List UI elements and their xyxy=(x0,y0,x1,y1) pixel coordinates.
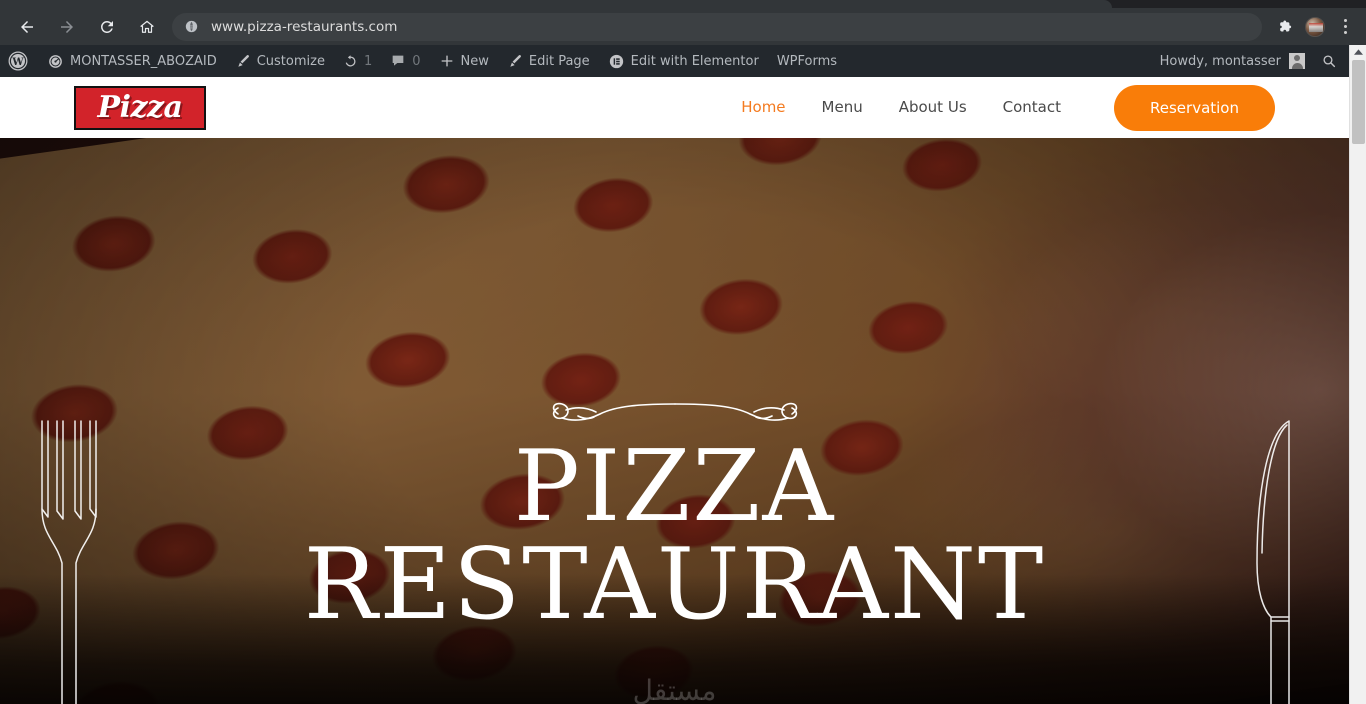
svg-text:W: W xyxy=(11,57,24,68)
adminbar-wp-logo[interactable]: W xyxy=(0,45,38,77)
plus-icon xyxy=(441,55,452,67)
adminbar-howdy-label: Howdy, montasser xyxy=(1159,53,1281,69)
adminbar-elementor-label: Edit with Elementor xyxy=(630,53,759,69)
adminbar-wpforms[interactable]: WPForms xyxy=(768,45,846,77)
decorative-flourish-icon xyxy=(552,402,797,421)
adminbar-howdy[interactable]: Howdy, montasser xyxy=(1150,45,1315,77)
scroll-up-button[interactable] xyxy=(1350,45,1366,60)
adminbar-site-name[interactable]: MONTASSER_ABOZAID xyxy=(38,45,226,77)
website-viewport: Pizza Home Menu About Us Contact Reserva… xyxy=(0,77,1349,704)
hero-content: PIZZA RESTAURANT xyxy=(0,138,1349,704)
adminbar-comments[interactable]: 0 xyxy=(381,45,429,77)
globe-icon xyxy=(184,19,199,34)
browser-toolbar: www.pizza-restaurants.com xyxy=(0,8,1366,45)
adminbar-edit-with-elementor[interactable]: Edit with Elementor xyxy=(599,45,768,77)
nav-item-about-us[interactable]: About Us xyxy=(881,77,985,138)
site-logo-text: Pizza xyxy=(97,90,183,125)
profile-avatar-icon xyxy=(1305,16,1325,37)
dashboard-icon xyxy=(49,54,62,68)
chrome-menu-button[interactable] xyxy=(1330,12,1360,42)
forward-arrow-icon xyxy=(61,20,73,33)
hero-section: PIZZA RESTAURANT مستقل mostaql.com xyxy=(0,138,1349,704)
adminbar-customize-label: Customize xyxy=(256,53,325,69)
hero-title-line-1: PIZZA xyxy=(513,430,836,544)
nav-item-menu[interactable]: Menu xyxy=(804,77,881,138)
nav-item-contact[interactable]: Contact xyxy=(985,77,1079,138)
search-icon xyxy=(1323,55,1336,68)
paintbrush-icon xyxy=(238,55,249,67)
adminbar-edit-page-label: Edit Page xyxy=(528,53,590,69)
reload-icon xyxy=(100,20,113,33)
address-bar[interactable]: www.pizza-restaurants.com xyxy=(172,12,1262,41)
adminbar-site-name-label: MONTASSER_ABOZAID xyxy=(70,53,217,69)
browser-profile-button[interactable] xyxy=(1300,12,1330,42)
adminbar-edit-page[interactable]: Edit Page xyxy=(498,45,599,77)
home-icon xyxy=(140,20,154,33)
wordpress-admin-bar: W MONTASSER_ABOZAID Customize 1 0 New Ed… xyxy=(0,45,1349,77)
elementor-icon xyxy=(609,54,623,68)
wordpress-logo-icon: W xyxy=(8,51,28,71)
browser-chrome: www.pizza-restaurants.com xyxy=(0,0,1366,45)
site-navigation: Home Menu About Us Contact Reservation xyxy=(723,77,1275,138)
adminbar-search-button[interactable] xyxy=(1315,45,1349,77)
updates-icon xyxy=(345,54,356,66)
home-button[interactable] xyxy=(130,10,164,44)
toolbar-right-actions xyxy=(1270,12,1366,42)
comment-bubble-icon xyxy=(392,55,404,66)
adminbar-updates[interactable]: 1 xyxy=(334,45,381,77)
scroll-up-arrow-icon xyxy=(1353,49,1363,55)
site-logo[interactable]: Pizza xyxy=(74,85,206,130)
page-scrollbar[interactable] xyxy=(1349,45,1366,704)
back-arrow-icon xyxy=(21,20,33,33)
puzzle-icon xyxy=(1279,20,1291,32)
hero-title-line-2: RESTAURANT xyxy=(303,528,1046,643)
scrollbar-thumb[interactable] xyxy=(1352,60,1365,144)
back-button[interactable] xyxy=(10,10,44,44)
adminbar-comments-count: 0 xyxy=(412,53,421,69)
adminbar-updates-count: 1 xyxy=(363,53,373,69)
tab-strip xyxy=(0,0,1366,8)
forward-button[interactable] xyxy=(50,10,84,44)
adminbar-right-group: Howdy, montasser xyxy=(1150,45,1349,77)
pencil-icon xyxy=(510,55,521,67)
extensions-button[interactable] xyxy=(1270,12,1300,42)
user-avatar-icon xyxy=(1289,53,1305,69)
site-header: Pizza Home Menu About Us Contact Reserva… xyxy=(0,77,1349,138)
adminbar-new-label: New xyxy=(460,53,489,69)
reload-button[interactable] xyxy=(90,10,124,44)
three-dot-menu-icon xyxy=(1343,19,1347,34)
adminbar-wpforms-label: WPForms xyxy=(776,53,838,69)
nav-item-home[interactable]: Home xyxy=(723,77,803,138)
adminbar-customize[interactable]: Customize xyxy=(226,45,334,77)
url-text: www.pizza-restaurants.com xyxy=(211,18,398,35)
adminbar-new[interactable]: New xyxy=(430,45,498,77)
reservation-button[interactable]: Reservation xyxy=(1114,84,1275,131)
browser-tab-active[interactable] xyxy=(0,0,1112,8)
